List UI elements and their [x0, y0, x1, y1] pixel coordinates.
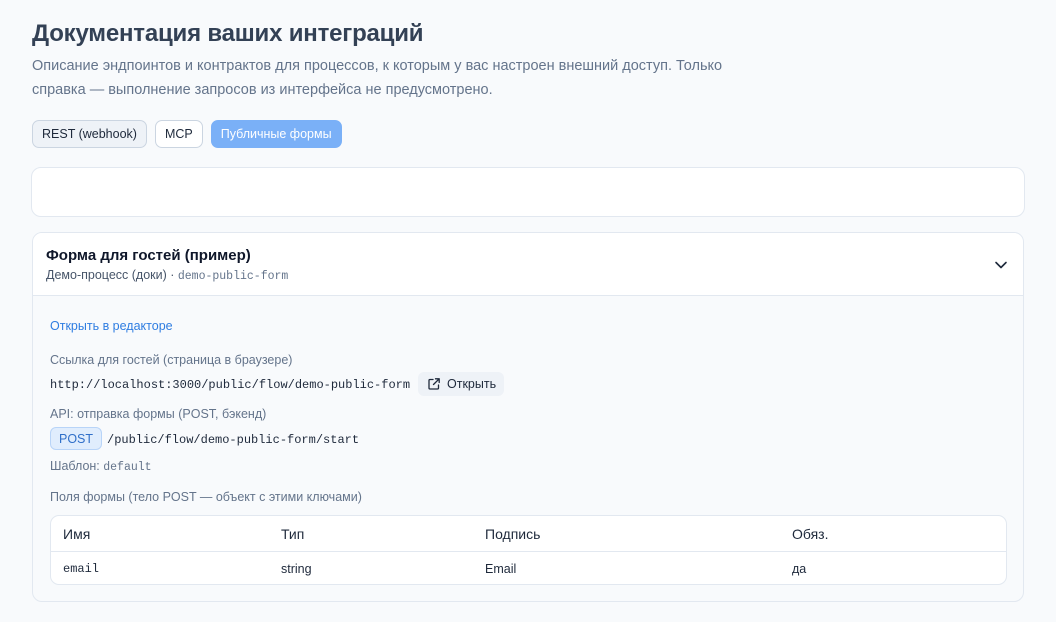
template-value: default	[103, 461, 152, 474]
form-subtitle: Демо-процесс (доки) · demo-public-form	[46, 268, 288, 283]
form-slug: demo-public-form	[177, 270, 289, 283]
form-title: Форма для гостей (пример)	[46, 247, 251, 264]
fields-label: Поля формы (тело POST — объект с этими к…	[50, 490, 362, 504]
cell-type: string	[281, 562, 312, 576]
chevron-down-icon[interactable]	[993, 257, 1009, 273]
method-badge: POST	[50, 427, 103, 450]
empty-panel	[31, 167, 1025, 217]
process-name: Демо-процесс (доки)	[46, 268, 167, 282]
external-link-icon	[428, 378, 440, 390]
column-header-type: Тип	[281, 526, 305, 542]
api-label: API: отправка формы (POST, бэкенд)	[50, 407, 267, 421]
column-header-name: Имя	[63, 526, 91, 542]
subtitle-separator: ·	[166, 268, 178, 282]
page-description: Описание эндпоинтов и контрактов для про…	[32, 58, 723, 98]
page-title: Документация ваших интеграций	[32, 20, 424, 47]
template-label: Шаблон:	[50, 459, 104, 473]
form-card-header[interactable]: Форма для гостей (пример) Демо-процесс (…	[33, 233, 1023, 296]
fields-table: Имя Тип Подпись Обяз. email string Email…	[50, 515, 1007, 585]
cell-name: email	[63, 562, 100, 576]
open-button-label: Открыть	[447, 377, 497, 391]
open-guest-page-button[interactable]: Открыть	[418, 372, 505, 396]
tab-public-forms[interactable]: Публичные формы	[210, 120, 342, 148]
template-info: Шаблон: default	[50, 459, 152, 474]
tab-mcp[interactable]: MCP	[154, 120, 203, 148]
column-header-required: Обяз.	[792, 526, 829, 542]
public-form-card: Форма для гостей (пример) Демо-процесс (…	[32, 232, 1024, 602]
column-header-label: Подпись	[485, 526, 541, 542]
table-header: Имя Тип Подпись Обяз.	[51, 516, 1006, 552]
open-in-editor-link[interactable]: Открыть в редакторе	[50, 319, 173, 333]
guest-link-label: Ссылка для гостей (страница в браузере)	[50, 353, 293, 367]
api-path: /public/flow/demo-public-form/start	[107, 433, 360, 447]
cell-label: Email	[485, 562, 517, 576]
guest-url: http://localhost:3000/public/flow/demo-p…	[50, 378, 411, 392]
cell-required: да	[792, 562, 807, 576]
tab-rest-webhook[interactable]: REST (webhook)	[32, 120, 147, 148]
integration-tabs: REST (webhook) MCP Публичные формы	[32, 120, 342, 148]
